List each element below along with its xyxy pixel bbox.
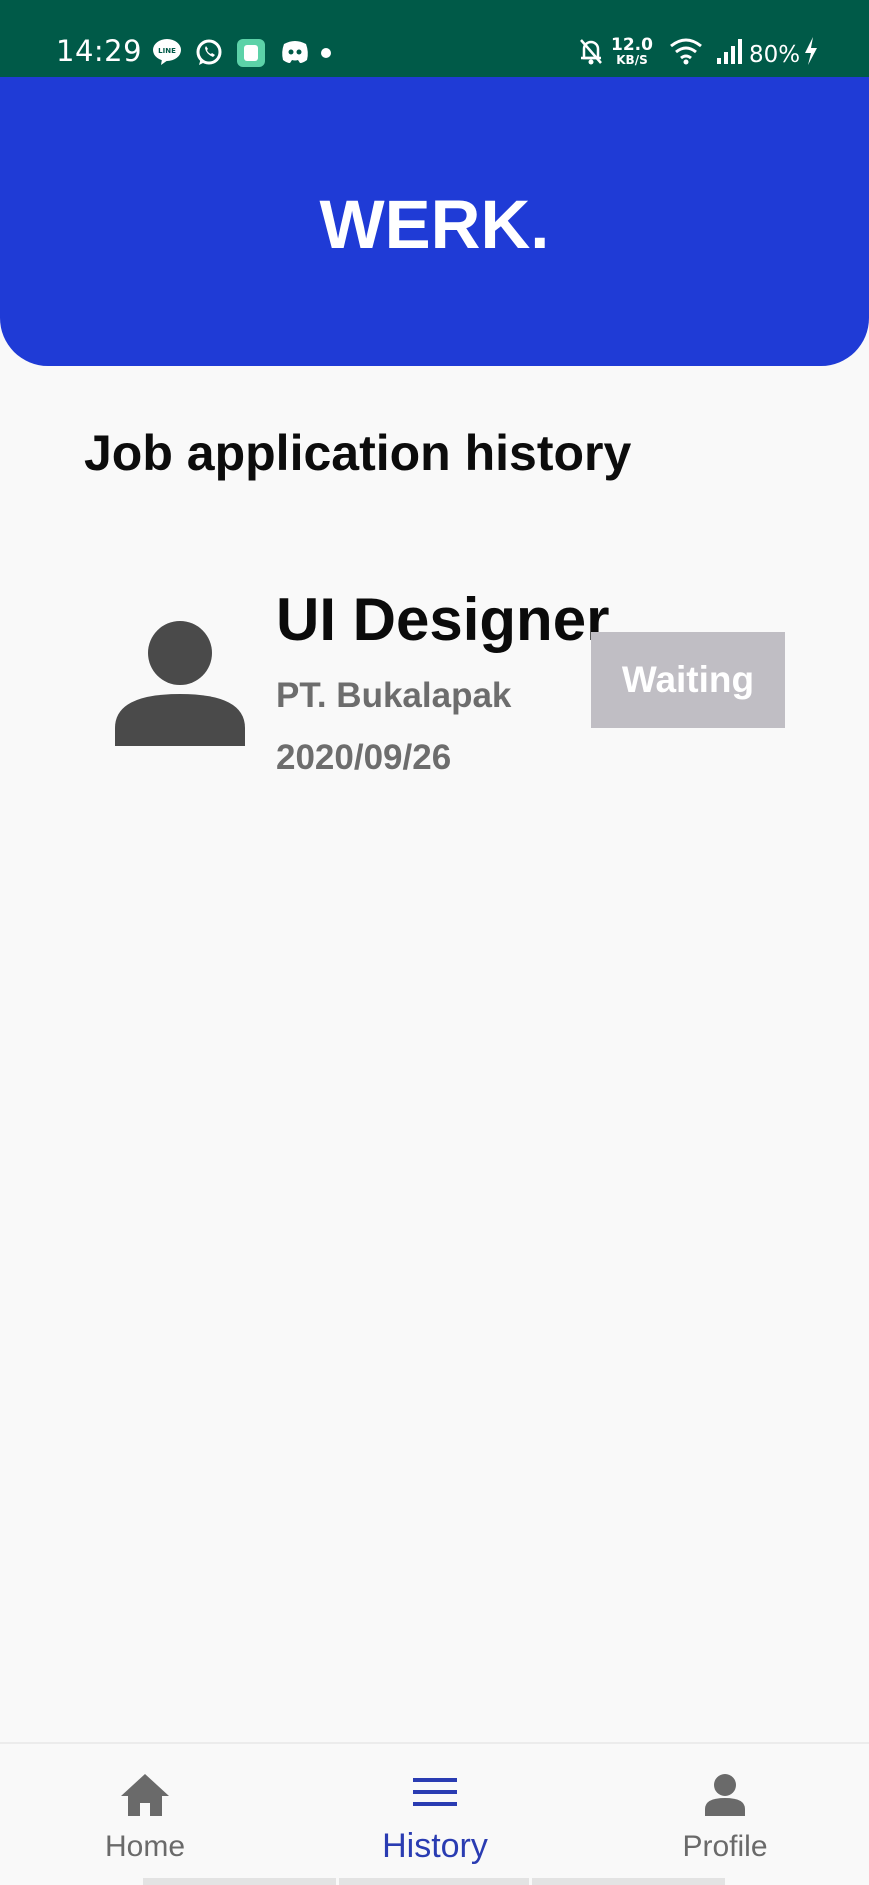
job-title: UI Designer	[276, 586, 610, 653]
status-badge: Waiting	[591, 632, 785, 728]
line-icon: LINE	[153, 39, 181, 65]
battery-percent: 80%	[749, 42, 801, 68]
home-icon	[121, 1774, 169, 1816]
net-speed-unit: KB/S	[616, 53, 648, 67]
menu-icon	[413, 1778, 457, 1806]
nav-label-home: Home	[104, 1830, 186, 1863]
page-title: Job application history	[84, 425, 632, 481]
whatsapp-icon	[196, 39, 222, 65]
wifi-icon	[670, 38, 702, 65]
nav-item-profile[interactable]: Profile	[580, 1744, 869, 1885]
gesture-strip	[532, 1878, 725, 1885]
nav-item-history[interactable]: History	[290, 1744, 580, 1885]
signal-icon	[717, 39, 742, 64]
person-icon	[705, 1774, 745, 1816]
net-speed: 12.0 KB/S	[611, 35, 653, 68]
application-date: 2020/09/26	[276, 738, 452, 777]
brand-logo: WERK.	[319, 186, 550, 263]
bottom-nav: Home History Profile	[0, 1742, 869, 1885]
net-speed-value: 12.0	[611, 35, 653, 55]
person-icon	[115, 621, 245, 746]
charging-icon	[805, 37, 817, 65]
system-icons: 12.0 KB/S 80%	[577, 36, 817, 70]
more-dot-icon	[321, 48, 331, 58]
application-list-item[interactable]: UI Designer PT. Bukalapak 2020/09/26 Wai…	[0, 580, 869, 790]
status-bar: 14:29 LINE 12.0 KB/S 80%	[0, 0, 869, 78]
nav-label-profile: Profile	[682, 1830, 768, 1863]
app-icon	[237, 39, 265, 67]
nav-item-home[interactable]: Home	[0, 1744, 290, 1885]
nav-label-history: History	[382, 1827, 488, 1865]
discord-icon	[282, 41, 308, 63]
gesture-strip	[339, 1878, 529, 1885]
company-name: PT. Bukalapak	[276, 676, 512, 715]
app-header: WERK.	[0, 77, 869, 366]
bell-muted-icon	[580, 39, 602, 65]
gesture-strip	[143, 1878, 336, 1885]
status-time: 14:29	[56, 34, 143, 68]
svg-text:LINE: LINE	[158, 47, 176, 55]
